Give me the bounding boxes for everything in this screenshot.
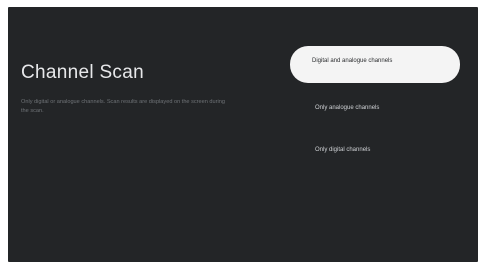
page-description: Only digital or analogue channels. Scan … [21, 99, 225, 114]
option-only-digital[interactable]: Only digital channels [290, 146, 460, 154]
option-label: Only analogue channels [315, 105, 380, 111]
info-panel: Channel Scan Only digital or analogue ch… [21, 62, 241, 116]
option-label: Digital and analogue channels [312, 58, 393, 64]
scan-options-list: Digital and analogue channels Only analo… [290, 46, 460, 154]
option-label: Only digital channels [315, 147, 371, 153]
page-title: Channel Scan [21, 62, 144, 83]
tv-screen: Channel Scan Only digital or analogue ch… [8, 7, 478, 262]
option-digital-and-analogue[interactable]: Digital and analogue channels [290, 46, 460, 83]
photo-frame: Channel Scan Only digital or analogue ch… [0, 0, 485, 269]
option-only-analogue[interactable]: Only analogue channels [290, 104, 460, 112]
